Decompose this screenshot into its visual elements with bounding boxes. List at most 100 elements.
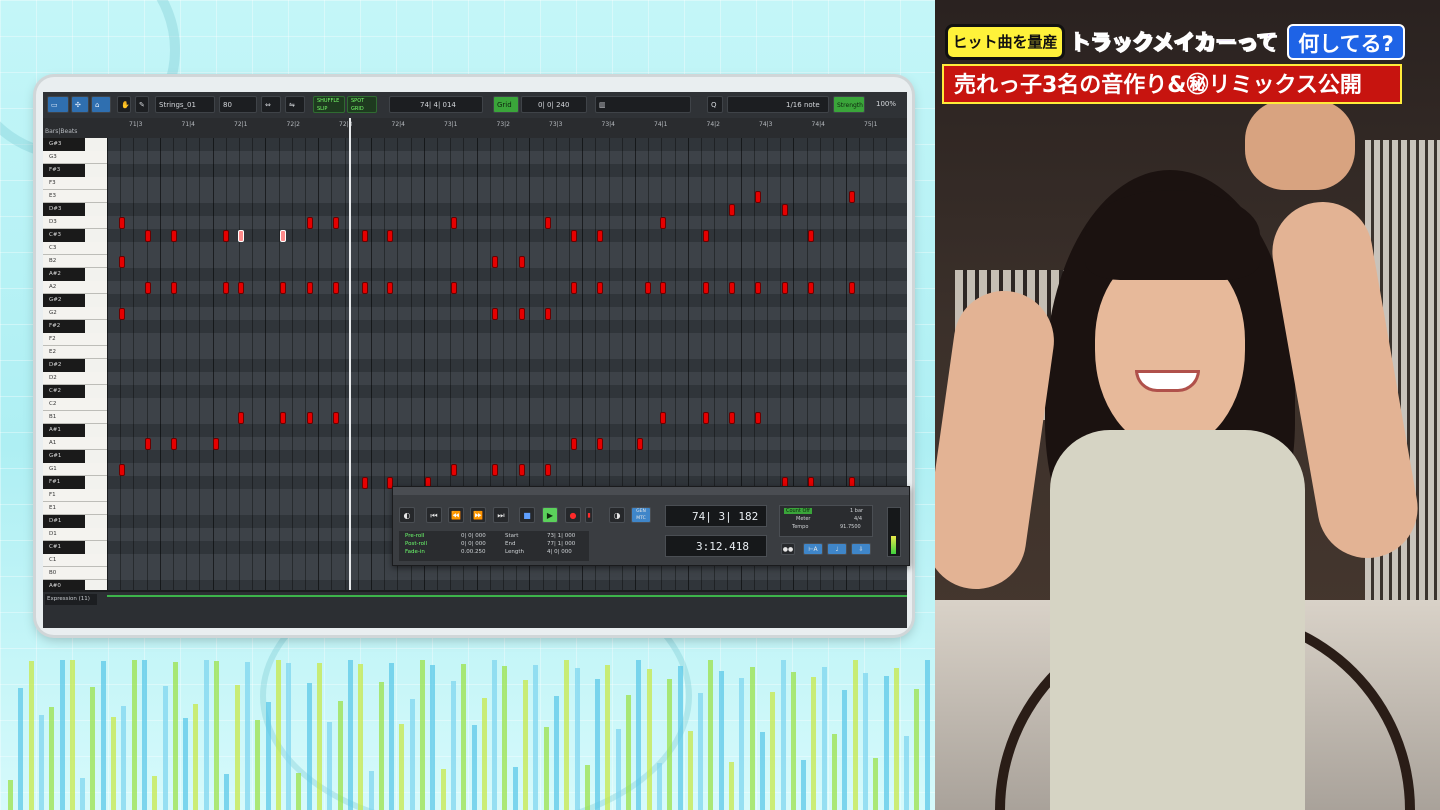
midi-note[interactable]: [519, 256, 525, 268]
midi-note[interactable]: [307, 282, 313, 294]
midi-note[interactable]: [119, 308, 125, 320]
sub-counter[interactable]: 3:12.418: [665, 535, 767, 557]
midi-note[interactable]: [545, 308, 551, 320]
piano-key[interactable]: C#2: [43, 385, 85, 398]
quantize-icon[interactable]: Q: [707, 96, 723, 113]
midi-note[interactable]: [451, 464, 457, 476]
preroll-value[interactable]: 0| 0| 000: [461, 533, 486, 539]
velocity-field[interactable]: 80: [219, 96, 257, 113]
piano-key[interactable]: G1: [43, 463, 107, 476]
piano-key[interactable]: G#3: [43, 138, 85, 151]
end-value[interactable]: 77| 1| 000: [547, 541, 575, 547]
midi-note[interactable]: [782, 282, 788, 294]
record-button[interactable]: ●: [565, 507, 581, 523]
piano-key[interactable]: F1: [43, 489, 107, 502]
midi-note[interactable]: [213, 438, 219, 450]
note-lane[interactable]: [107, 190, 907, 203]
midi-note[interactable]: [451, 217, 457, 229]
meter-value[interactable]: 4/4: [854, 516, 862, 522]
piano-key[interactable]: F#2: [43, 320, 85, 333]
play-button[interactable]: ▶: [542, 507, 558, 523]
note-value-field[interactable]: 1/16 note: [727, 96, 829, 113]
main-counter[interactable]: 74| 3| 182: [665, 505, 767, 527]
midi-note[interactable]: [637, 438, 643, 450]
spot-mode[interactable]: SPOT GRID: [347, 96, 377, 113]
midi-note[interactable]: [755, 412, 761, 424]
midi-note[interactable]: [333, 217, 339, 229]
note-lane[interactable]: [107, 398, 907, 411]
midi-note[interactable]: [362, 477, 368, 489]
note-lane[interactable]: [107, 411, 907, 424]
midi-note[interactable]: [171, 230, 177, 242]
piano-key[interactable]: C2: [43, 398, 107, 411]
controller-lane-selector[interactable]: Expression (11): [45, 594, 97, 605]
midi-note[interactable]: [280, 412, 286, 424]
midi-note[interactable]: [808, 282, 814, 294]
midi-note[interactable]: [238, 230, 244, 242]
midi-note[interactable]: [519, 464, 525, 476]
midi-note[interactable]: [660, 217, 666, 229]
midi-note[interactable]: [849, 282, 855, 294]
grid-button[interactable]: Grid: [493, 96, 519, 113]
piano-key[interactable]: D#2: [43, 359, 85, 372]
midi-note[interactable]: [571, 230, 577, 242]
midi-note[interactable]: [755, 191, 761, 203]
piano-key[interactable]: B1: [43, 411, 107, 424]
track-name-field[interactable]: Strings_01: [155, 96, 215, 113]
note-lane[interactable]: [107, 359, 907, 372]
piano-key[interactable]: E3: [43, 190, 107, 203]
midi-note[interactable]: [333, 412, 339, 424]
piano-key[interactable]: A2: [43, 281, 107, 294]
postroll-value[interactable]: 0| 0| 000: [461, 541, 486, 547]
trim-tool-button[interactable]: ⌂: [91, 96, 111, 113]
note-lane[interactable]: [107, 372, 907, 385]
midi-note[interactable]: [145, 282, 151, 294]
midi-note[interactable]: [307, 217, 313, 229]
fadein-value[interactable]: 0.00.250: [461, 549, 486, 555]
bars-value[interactable]: 1 bar: [850, 508, 863, 514]
strength-value[interactable]: 100%: [873, 96, 903, 113]
midi-note[interactable]: [571, 282, 577, 294]
gen-mtc-button[interactable]: GEN MTC: [631, 507, 651, 523]
note-lane[interactable]: [107, 164, 907, 177]
tempo-value[interactable]: 91.7500: [840, 524, 861, 530]
piano-key[interactable]: E1: [43, 502, 107, 515]
fast-forward-button[interactable]: ⏩: [470, 507, 486, 523]
rewind-button[interactable]: ⏪: [448, 507, 464, 523]
count-off-button[interactable]: Count Off: [784, 508, 812, 514]
midi-note[interactable]: [545, 217, 551, 229]
midi-note[interactable]: [729, 412, 735, 424]
note-lane[interactable]: [107, 138, 907, 151]
start-value[interactable]: 73| 1| 000: [547, 533, 575, 539]
go-to-end-button[interactable]: ⏭: [493, 507, 509, 523]
stop-button[interactable]: ■: [519, 507, 535, 523]
note-lane[interactable]: [107, 216, 907, 229]
piano-key[interactable]: C1: [43, 554, 107, 567]
midi-note[interactable]: [119, 464, 125, 476]
midi-note[interactable]: [387, 230, 393, 242]
metronome-button[interactable]: ♩: [827, 543, 847, 555]
midi-note[interactable]: [645, 282, 651, 294]
midi-note[interactable]: [571, 438, 577, 450]
midi-note[interactable]: [307, 412, 313, 424]
note-lane[interactable]: [107, 385, 907, 398]
midi-note[interactable]: [703, 282, 709, 294]
midi-note[interactable]: [145, 438, 151, 450]
piano-key[interactable]: A#2: [43, 268, 85, 281]
midi-note[interactable]: [492, 464, 498, 476]
midi-note[interactable]: [280, 230, 286, 242]
note-lane[interactable]: [107, 567, 907, 580]
midi-note[interactable]: [238, 412, 244, 424]
timeline-ruler[interactable]: Bars|Beats 71|3 71|4 72|1 72|2 72|3 72|4 73|1 7…: [43, 118, 907, 139]
piano-key[interactable]: F#3: [43, 164, 85, 177]
midi-input-button[interactable]: ⇩: [851, 543, 871, 555]
controller-lane[interactable]: Expression (11): [43, 590, 907, 628]
midi-note[interactable]: [849, 191, 855, 203]
strength-button[interactable]: Strength: [833, 96, 865, 113]
midi-note[interactable]: [808, 230, 814, 242]
piano-icon-field[interactable]: ▥: [595, 96, 691, 113]
playhead-cursor[interactable]: [349, 118, 351, 628]
midi-note[interactable]: [597, 282, 603, 294]
midi-note[interactable]: [703, 230, 709, 242]
note-lane[interactable]: [107, 580, 907, 590]
